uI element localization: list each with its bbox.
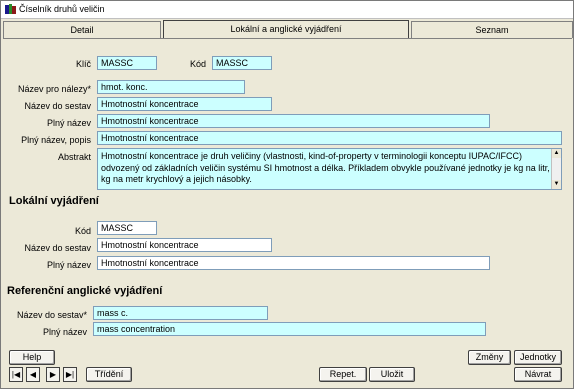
sort-button[interactable]: Třídění: [86, 367, 132, 382]
local-full-name-label: Plný název: [46, 260, 91, 270]
report-name-label: Název do sestav: [24, 101, 91, 111]
help-button[interactable]: Help: [9, 350, 55, 365]
full-desc-field[interactable]: Hmotnostní koncentrace: [97, 131, 562, 145]
save-button[interactable]: Uložit: [369, 367, 415, 382]
abstract-scrollbar[interactable]: ▲ ▼: [551, 149, 561, 189]
english-report-name-field[interactable]: mass c.: [93, 306, 268, 320]
back-button[interactable]: Návrat: [514, 367, 562, 382]
app-window: Číselník druhů veličin Detail Lokální a …: [0, 0, 574, 389]
key-field[interactable]: MASSC: [97, 56, 157, 70]
nav-next-icon[interactable]: ▶: [46, 367, 60, 382]
local-code-label: Kód: [74, 226, 91, 236]
changes-button[interactable]: Změny: [468, 350, 511, 365]
finding-name-label: Název pro nálezy*: [17, 84, 91, 94]
english-heading: Referenční anglické vyjádření: [7, 285, 163, 297]
window-title: Číselník druhů veličin: [19, 4, 105, 14]
tab-bar: Detail Lokální a anglické vyjádření Sezn…: [3, 20, 573, 38]
key-label: Klíč: [75, 59, 91, 69]
abstract-text: Hmotnostní koncentrace je druh veličiny …: [101, 151, 550, 184]
app-icon: [5, 4, 16, 14]
finding-name-field[interactable]: hmot. konc.: [97, 80, 245, 94]
nav-first-icon[interactable]: |◀: [9, 367, 23, 382]
tab-local-english[interactable]: Lokální a anglické vyjádření: [163, 20, 409, 38]
units-button[interactable]: Jednotky: [514, 350, 562, 365]
nav-last-icon[interactable]: ▶|: [63, 367, 77, 382]
local-full-name-field[interactable]: Hmotnostní koncentrace: [97, 256, 490, 270]
repeat-button[interactable]: Repet.: [319, 367, 367, 382]
local-report-name-label: Název do sestav: [24, 243, 91, 253]
scroll-down-icon[interactable]: ▼: [552, 180, 561, 189]
local-heading: Lokální vyjádření: [9, 195, 99, 207]
full-name-label: Plný název: [46, 118, 91, 128]
scroll-up-icon[interactable]: ▲: [552, 149, 561, 158]
report-name-field[interactable]: Hmotnostní koncentrace: [97, 97, 272, 111]
code-label: Kód: [189, 59, 206, 69]
tab-list[interactable]: Seznam: [411, 21, 573, 38]
local-code-field[interactable]: MASSC: [97, 221, 157, 235]
abstract-textarea[interactable]: Hmotnostní koncentrace je druh veličiny …: [97, 148, 562, 190]
full-desc-label: Plný název, popis: [21, 135, 91, 145]
english-full-name-field[interactable]: mass concentration: [93, 322, 486, 336]
full-name-field[interactable]: Hmotnostní koncentrace: [97, 114, 490, 128]
tab-detail[interactable]: Detail: [3, 21, 161, 38]
english-full-name-label: Plný název: [42, 327, 87, 337]
code-field[interactable]: MASSC: [212, 56, 272, 70]
title-bar: Číselník druhů veličin: [1, 1, 573, 19]
english-report-name-label: Název do sestav*: [16, 310, 87, 320]
abstract-label: Abstrakt: [57, 152, 91, 162]
nav-prev-icon[interactable]: ◀: [26, 367, 40, 382]
local-report-name-field[interactable]: Hmotnostní koncentrace: [97, 238, 272, 252]
